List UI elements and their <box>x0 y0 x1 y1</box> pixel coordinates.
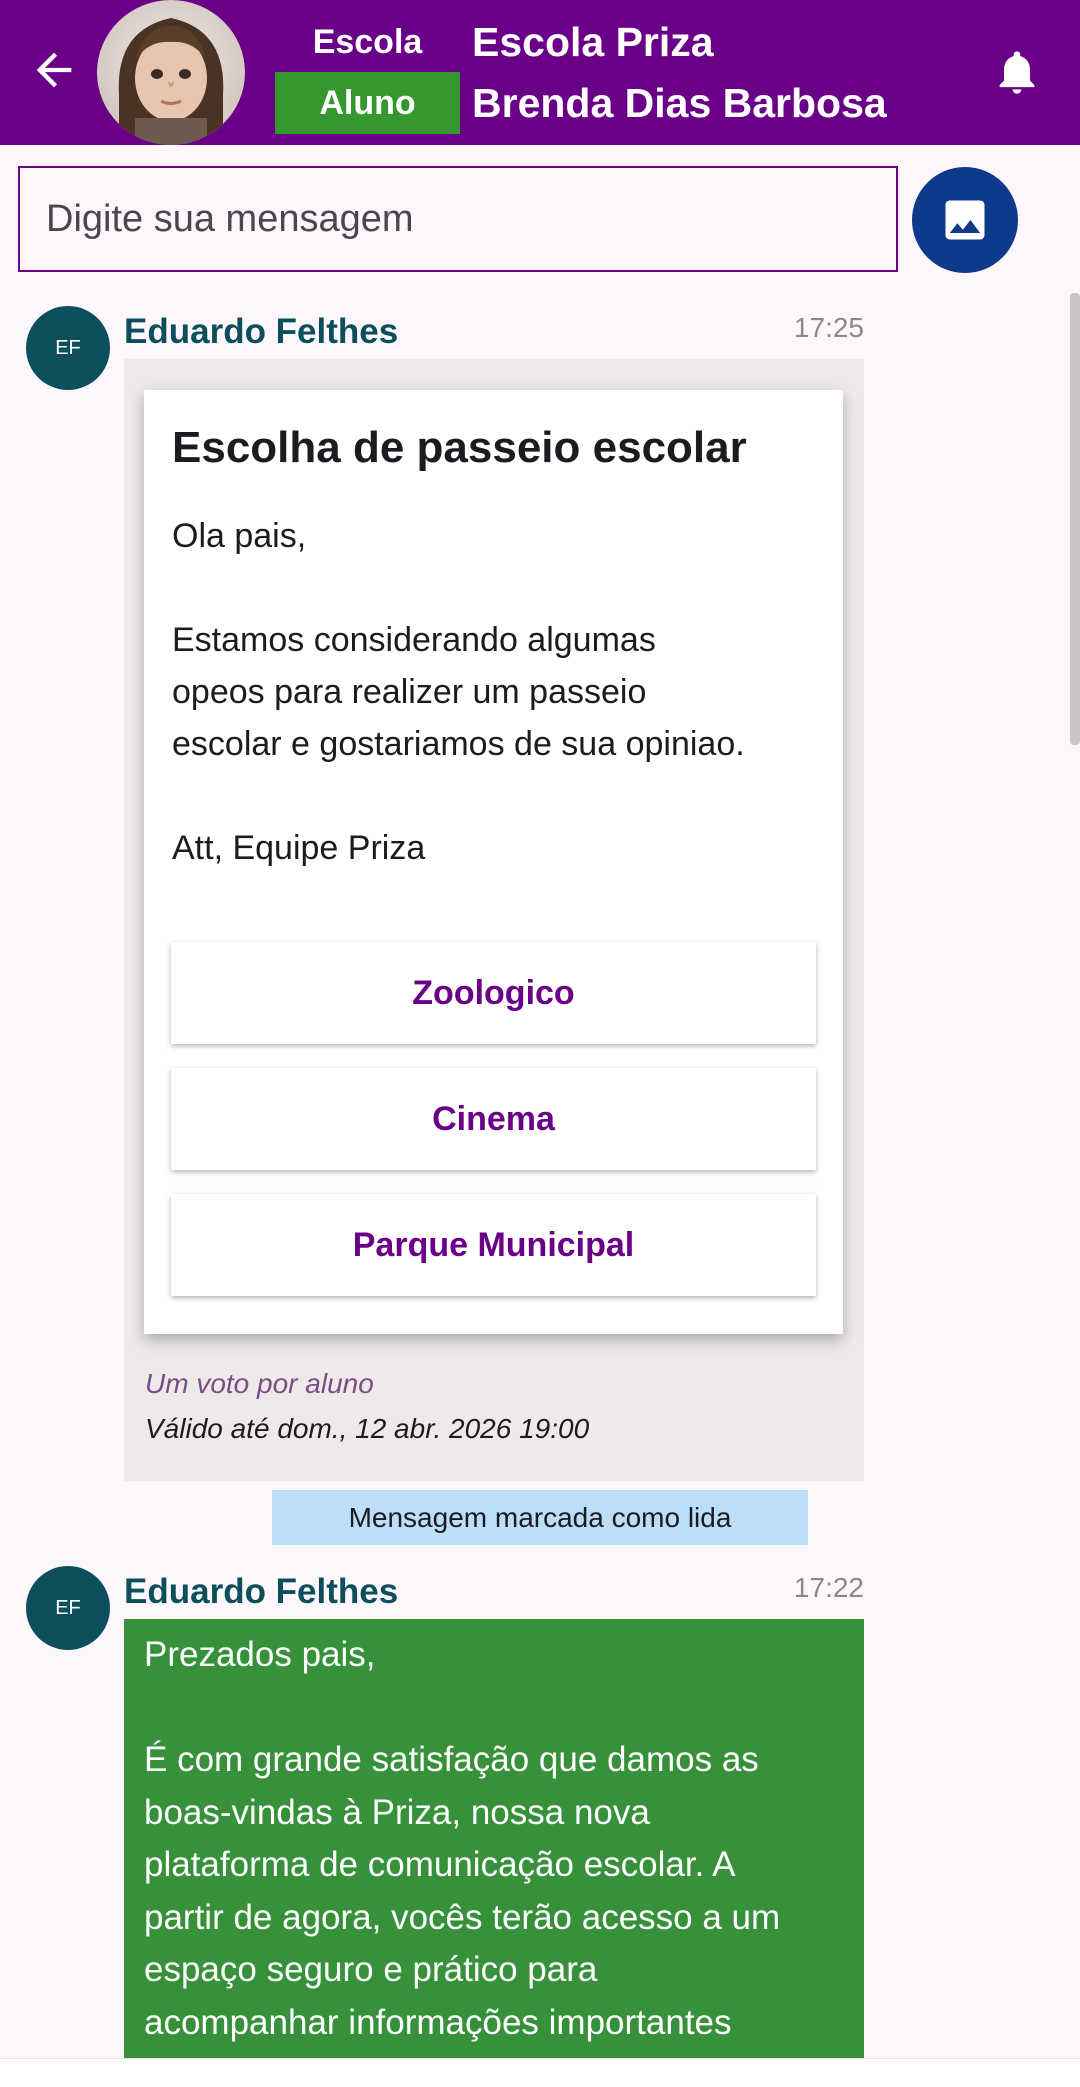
bell-icon <box>999 51 1035 94</box>
sender-name: Eduardo Felthes <box>124 1572 399 1611</box>
poll-valid-until: Válido até dom., 12 abr. 2026 19:00 <box>145 1413 590 1444</box>
image-icon <box>945 200 985 240</box>
sender-name: Eduardo Felthes <box>124 312 399 351</box>
poll-option-parque-municipal[interactable]: Parque Municipal <box>171 1194 816 1296</box>
message-line <box>144 1682 849 1735</box>
poll-body-line <box>172 770 822 822</box>
poll-option-cinema[interactable]: Cinema <box>171 1068 816 1170</box>
poll-body-line: Att, Equipe Priza <box>172 829 426 867</box>
school-name: Escola Priza <box>472 19 714 65</box>
sender-avatar: EF <box>26 1566 110 1650</box>
scrollbar[interactable] <box>1070 293 1080 745</box>
poll-body: Ola pais, Estamos considerando algumas o… <box>172 510 822 874</box>
poll-title: Escolha de passeio escolar <box>172 423 747 472</box>
poll-body-line: Ola pais, <box>172 517 307 555</box>
message-line: acompanhar informações importantes <box>144 2002 732 2042</box>
message-input[interactable] <box>18 166 898 272</box>
poll-body-line: Estamos considerando algumas <box>172 621 656 659</box>
student-label-badge: Aluno <box>275 72 460 134</box>
poll-body-line <box>172 562 822 614</box>
message-line: É com grande satisfação que damos as <box>144 1740 759 1779</box>
notifications-button[interactable] <box>991 44 1043 100</box>
message-text: Prezados pais, É com grande satisfação q… <box>144 1629 849 2049</box>
message-time: 17:25 <box>793 312 864 343</box>
student-avatar[interactable] <box>97 0 245 145</box>
poll-card: Escolha de passeio escolar Ola pais, Est… <box>144 390 843 1334</box>
poll-option-zoologico[interactable]: Zoologico <box>171 942 816 1044</box>
poll-body-line: escolar e gostariamos de sua opiniao. <box>172 725 745 763</box>
poll-vote-note: Um voto por aluno <box>145 1368 374 1399</box>
app-header: Escola Aluno Escola Priza Brenda Dias Ba… <box>0 0 1080 145</box>
attach-image-button[interactable] <box>912 167 1018 273</box>
student-name: Brenda Dias Barbosa <box>472 80 887 126</box>
message-line: boas-vindas à Priza, nossa nova <box>144 1792 650 1832</box>
school-label: Escola <box>312 22 423 61</box>
message-line: plataforma de comunicação escolar. A <box>144 1845 736 1884</box>
poll-body-line: opeos para realizer um passeio <box>172 673 647 711</box>
message-time: 17:22 <box>793 1572 864 1603</box>
sender-avatar: EF <box>26 306 110 390</box>
back-button[interactable] <box>28 44 80 96</box>
arrow-left-icon <box>36 52 72 88</box>
read-status-chip: Mensagem marcada como lida <box>272 1490 808 1545</box>
bottom-navigation-bar <box>0 2058 1080 2087</box>
message-line: Prezados pais, <box>144 1635 376 1674</box>
message-bubble: Prezados pais, É com grande satisfação q… <box>124 1619 864 2086</box>
student-photo <box>97 0 245 145</box>
message-line: espaço seguro e prático para <box>144 1950 598 1989</box>
message-line: partir de agora, vocês terão acesso a um <box>144 1897 781 1937</box>
